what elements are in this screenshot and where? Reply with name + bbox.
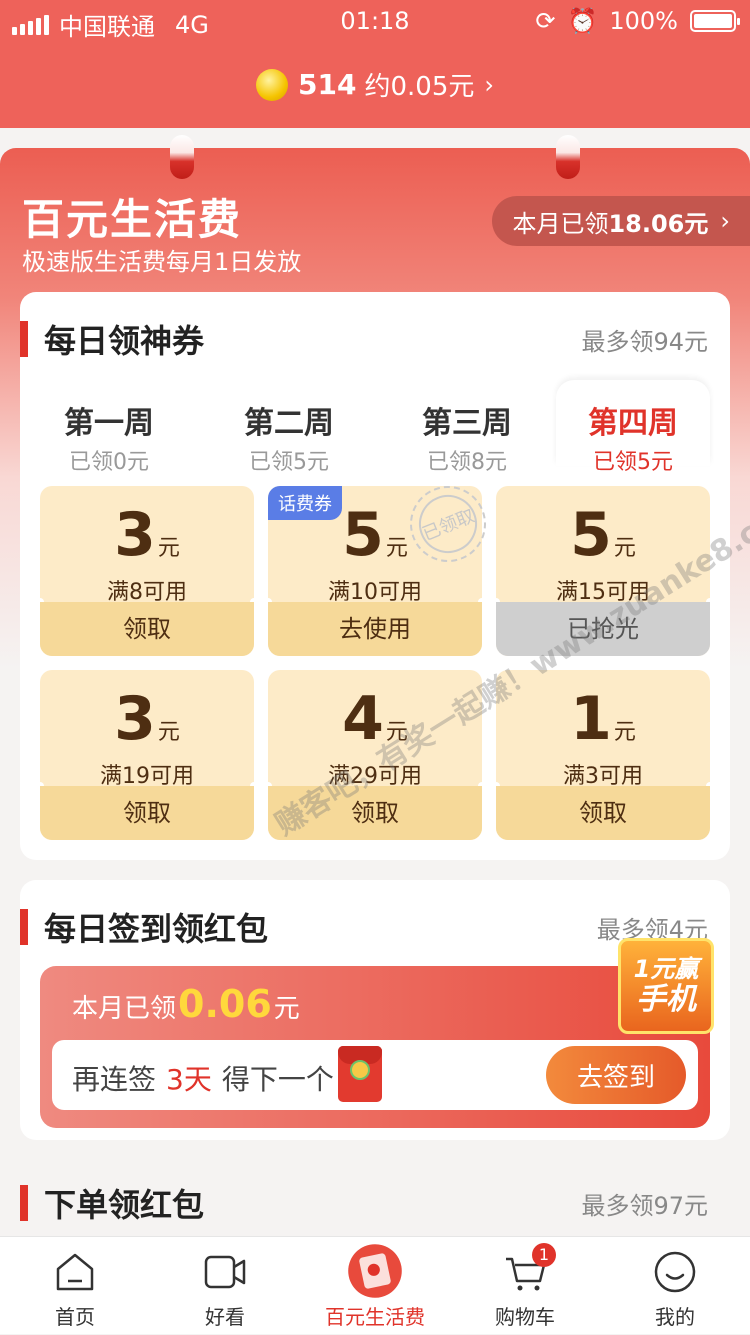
coupon-amount: 3 bbox=[114, 500, 156, 570]
chevron-right-icon: › bbox=[484, 70, 494, 99]
section-max: 最多领94元 bbox=[581, 327, 708, 356]
chevron-right-icon: › bbox=[720, 207, 730, 235]
pin-icon bbox=[170, 135, 194, 179]
month-received-value: 18.06元 bbox=[608, 209, 709, 238]
coupon-amount: 5 bbox=[342, 500, 384, 570]
week-sub: 已领8元 bbox=[427, 450, 507, 475]
week-sub: 已领0元 bbox=[69, 450, 149, 475]
tab-week-1[interactable]: 第一周 已领0元 bbox=[20, 380, 198, 475]
coupon-card: 1元 满3可用 领取 bbox=[496, 670, 710, 840]
section-header: 下单领红包 最多领97元 bbox=[20, 1180, 730, 1226]
profile-icon bbox=[654, 1251, 696, 1293]
battery-percent: 100% bbox=[609, 7, 678, 35]
tab-home[interactable]: 首页 bbox=[0, 1237, 150, 1335]
status-bar: 中国联通 4G 01:18 ⟳ ⏰ 100% bbox=[0, 0, 750, 44]
coupon-card: 3元 满19可用 领取 bbox=[40, 670, 254, 840]
coupon-unit: 元 bbox=[613, 720, 636, 745]
week-tabs: 第一周 已领0元 第二周 已领5元 第三周 已领8元 第四周 已领5元 bbox=[20, 380, 730, 475]
tab-week-3[interactable]: 第三周 已领8元 bbox=[378, 380, 556, 475]
coupon-unit: 元 bbox=[385, 536, 408, 561]
week-sub: 已领5元 bbox=[249, 450, 329, 475]
alarm-icon: ⏰ bbox=[567, 7, 598, 35]
sign-in-card: 每日签到领红包 最多领4元 本月已领 0.06 元 1元赢 手机 再连签 3天 … bbox=[20, 880, 730, 1140]
section-marker bbox=[20, 1185, 28, 1221]
section-header: 每日领神券 最多领94元 bbox=[20, 316, 730, 362]
streak-days: 3天 bbox=[166, 1063, 212, 1096]
section-max: 最多领97元 bbox=[581, 1191, 708, 1220]
streak-prefix: 再连签 bbox=[72, 1063, 157, 1096]
week-label: 第三周 bbox=[422, 406, 512, 441]
bottom-tab-bar: 首页 好看 百元生活费 1 购物车 我的 bbox=[0, 1236, 750, 1334]
tab-video[interactable]: 好看 bbox=[150, 1237, 300, 1335]
coupon-unit: 元 bbox=[613, 536, 636, 561]
use-button[interactable]: 去使用 bbox=[268, 602, 482, 656]
coupon-amount: 5 bbox=[570, 500, 612, 570]
coin-balance[interactable]: 514 约0.05元 › bbox=[0, 66, 750, 103]
cart-badge: 1 bbox=[532, 1243, 556, 1267]
tab-label: 首页 bbox=[55, 1305, 95, 1329]
tab-cart[interactable]: 1 购物车 bbox=[450, 1237, 600, 1335]
sign-in-bar: 再连签 3天 得下一个 去签到 bbox=[52, 1040, 698, 1110]
month-sign-total: 本月已领 0.06 元 bbox=[72, 982, 300, 1026]
header: 514 约0.05元 › bbox=[0, 44, 750, 128]
section-marker bbox=[20, 909, 28, 945]
stamp-text: 已领取 bbox=[410, 486, 486, 562]
red-envelope-icon bbox=[348, 1244, 402, 1298]
month-sign-unit: 元 bbox=[273, 994, 300, 1024]
order-section: 下单领红包 最多领97元 bbox=[20, 1160, 730, 1240]
coin-value: 约0.05元 bbox=[364, 72, 475, 102]
page-subtitle: 极速版生活费每月1日发放 bbox=[22, 248, 302, 276]
section-marker bbox=[20, 321, 28, 357]
coin-count: 514 bbox=[298, 68, 357, 101]
section-title: 每日领神券 bbox=[44, 322, 205, 360]
page-title: 百元生活费 bbox=[22, 195, 243, 244]
section-title: 每日签到领红包 bbox=[44, 910, 269, 948]
battery-icon bbox=[690, 10, 740, 32]
week-sub: 已领5元 bbox=[593, 450, 673, 475]
tab-week-4[interactable]: 第四周 已领5元 bbox=[556, 380, 710, 475]
tab-label: 百元生活费 bbox=[325, 1305, 425, 1329]
claim-button[interactable]: 领取 bbox=[40, 602, 254, 656]
streak-text: 再连签 3天 得下一个 bbox=[72, 1058, 334, 1098]
coin-icon bbox=[256, 68, 289, 101]
sign-in-box: 本月已领 0.06 元 1元赢 手机 再连签 3天 得下一个 去签到 bbox=[40, 938, 714, 1128]
rotation-lock-icon: ⟳ bbox=[535, 7, 556, 35]
section-title: 下单领红包 bbox=[44, 1186, 205, 1224]
red-envelope-icon bbox=[338, 1046, 382, 1102]
video-icon bbox=[204, 1255, 246, 1289]
month-received-label: 本月已领 bbox=[512, 209, 609, 238]
tab-label: 好看 bbox=[205, 1305, 245, 1329]
pin-icon bbox=[556, 135, 580, 179]
tab-profile[interactable]: 我的 bbox=[600, 1237, 750, 1335]
claim-button[interactable]: 领取 bbox=[40, 786, 254, 840]
sign-in-button[interactable]: 去签到 bbox=[546, 1046, 686, 1104]
month-sign-label: 本月已领 bbox=[72, 994, 177, 1024]
win-phone-promo[interactable]: 1元赢 手机 bbox=[618, 938, 714, 1034]
week-label: 第四周 bbox=[588, 406, 678, 441]
claim-button[interactable]: 领取 bbox=[496, 786, 710, 840]
coupon-unit: 元 bbox=[157, 720, 180, 745]
month-sign-value: 0.06 bbox=[178, 982, 272, 1026]
home-icon bbox=[56, 1253, 94, 1291]
tab-label: 购物车 bbox=[495, 1305, 555, 1329]
coupon-amount: 3 bbox=[114, 684, 156, 754]
week-label: 第一周 bbox=[64, 406, 154, 441]
month-received-button[interactable]: 本月已领 18.06元 › bbox=[492, 196, 750, 246]
tab-living-allowance[interactable]: 百元生活费 bbox=[300, 1237, 450, 1335]
coupon-card: 3元 满8可用 领取 bbox=[40, 486, 254, 656]
coupon-unit: 元 bbox=[157, 536, 180, 561]
tab-week-2[interactable]: 第二周 已领5元 bbox=[200, 380, 378, 475]
coupon-amount: 1 bbox=[570, 684, 612, 754]
tab-label: 我的 bbox=[655, 1305, 695, 1329]
promo-line-1: 1元赢 bbox=[633, 955, 699, 984]
promo-line-2: 手机 bbox=[636, 981, 696, 1017]
week-label: 第二周 bbox=[244, 406, 334, 441]
streak-suffix: 得下一个 bbox=[221, 1063, 334, 1096]
